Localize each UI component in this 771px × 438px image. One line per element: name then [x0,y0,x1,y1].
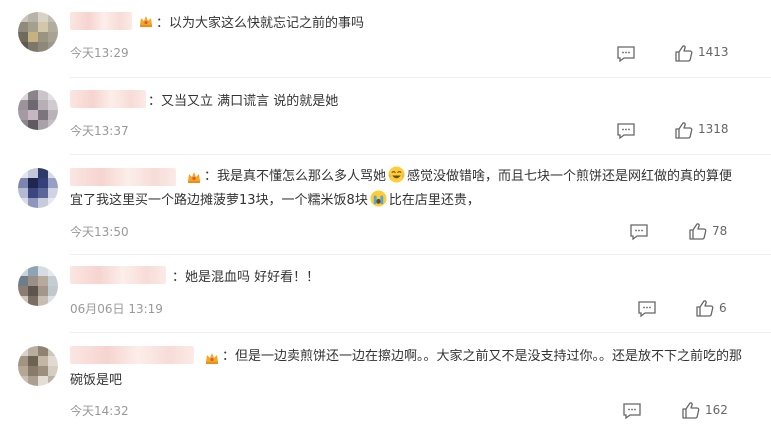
avatar[interactable] [18,346,58,386]
comment-item: ：又当又立 满口谎言 说的就是她 今天13:37 1318 [0,90,771,140]
comment-text-part: ：我是真不懂怎么那么多人骂她 [204,169,387,184]
comment-item: ：但是一边卖煎饼还一边在擦边啊。。大家之前又不是没支持过你。。还是放不下之前吃的… [0,346,771,426]
comment-icon[interactable] [637,300,657,318]
username[interactable] [70,266,166,284]
comment-time: 06月06日 13:19 [70,302,163,316]
comment-text: ：以为大家这么快就忘记之前的事吗 [156,16,365,31]
like-count: 1413 [698,45,729,59]
comment-text-part: 比在店里还贵， [388,193,480,208]
laugh-tears-emoji [388,166,405,183]
comment-time: 今天13:29 [70,46,129,60]
comment-time: 今天13:37 [70,124,129,138]
like-count: 162 [705,403,728,417]
comment-item: ：以为大家这么快就忘记之前的事吗 今天13:29 1413 [0,12,771,63]
like-count: 1318 [698,122,729,136]
like-count: 78 [712,224,728,238]
comment-text: ：但是一边卖煎饼还一边在擦边啊。。大家之前又不是没支持过你。。还是放不下之前吃的… [70,349,743,388]
avatar[interactable] [18,90,58,130]
comment-text: ：又当又立 满口谎言 说的就是她 [148,94,339,109]
divider [70,254,771,255]
thumbs-up-icon[interactable] [688,222,708,240]
thumbs-up-icon[interactable] [681,401,701,419]
comment-time: 今天14:32 [70,404,129,418]
comment-item: ：她是混血吗 好好看！！ 06月06日 13:19 6 [0,266,771,318]
username[interactable] [70,90,146,108]
crying-emoji [370,190,387,207]
comment-icon[interactable] [622,402,642,420]
thumbs-up-icon[interactable] [674,121,694,139]
comment-text: ：我是真不懂怎么那么多人骂她 感觉没做错啥，而且七块一个煎饼还是网红做的真的算便宜… [70,165,743,213]
avatar[interactable] [18,266,58,306]
thumbs-up-icon[interactable] [695,299,715,317]
avatar[interactable] [18,12,58,52]
crown-icon [140,16,152,27]
like-count: 6 [719,301,727,315]
comment-icon[interactable] [616,45,636,63]
username[interactable] [70,12,132,30]
divider [70,332,771,333]
comment-text: ：她是混血吗 好好看！！ [172,270,320,285]
divider [70,154,771,155]
comment-icon[interactable] [629,223,649,241]
comment-icon[interactable] [616,122,636,140]
comment-time: 今天13:50 [70,225,129,239]
comment-item: ：我是真不懂怎么那么多人骂她 感觉没做错啥，而且七块一个煎饼还是网红做的真的算便宜… [0,165,771,244]
divider [70,77,771,78]
avatar[interactable] [18,168,58,208]
thumbs-up-icon[interactable] [674,44,694,62]
